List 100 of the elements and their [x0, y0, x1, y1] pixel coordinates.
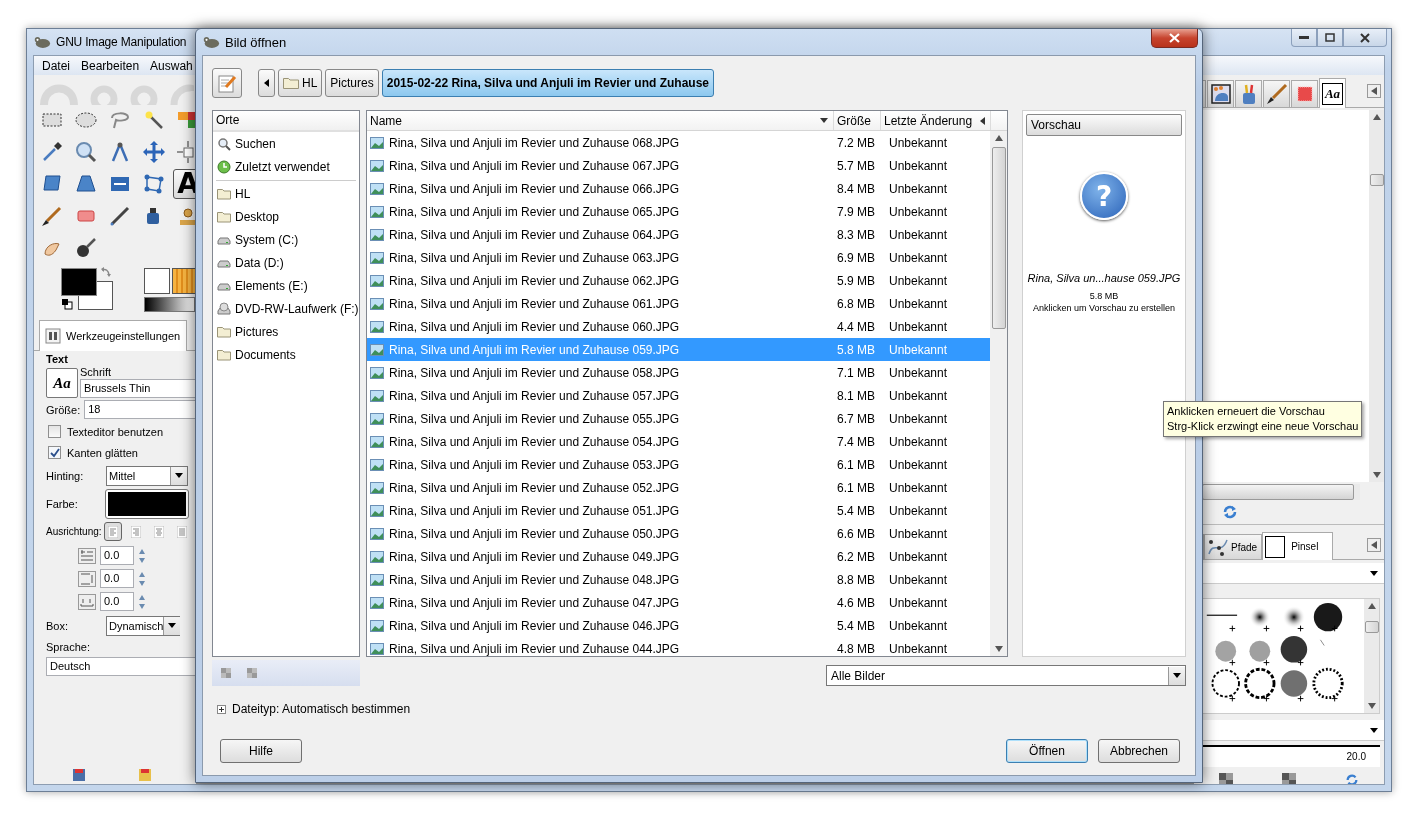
place-item[interactable]: Suchen	[213, 132, 359, 155]
up-arrow-icon[interactable]	[994, 135, 1003, 141]
file-row[interactable]: Rina, Silva und Anjuli im Revier und Zuhause 063.JPG 6.9 MB Unbekannt	[367, 246, 990, 269]
scrollbar[interactable]	[1369, 110, 1384, 482]
menu-item[interactable]: Datei	[42, 58, 70, 73]
tab-menu-button[interactable]	[1367, 538, 1381, 552]
brush-swatch[interactable]	[144, 268, 170, 294]
dock-tab[interactable]	[1291, 80, 1318, 107]
refresh-icon[interactable]	[1222, 504, 1238, 520]
file-row[interactable]: Rina, Silva und Anjuli im Revier und Zuhause 046.JPG 5.4 MB Unbekannt	[367, 614, 990, 637]
file-row[interactable]: Rina, Silva und Anjuli im Revier und Zuhause 058.JPG 7.1 MB Unbekannt	[367, 361, 990, 384]
place-item[interactable]: Elements (E:)	[213, 274, 359, 297]
file-row[interactable]: Rina, Silva und Anjuli im Revier und Zuhause 051.JPG 5.4 MB Unbekannt	[367, 499, 990, 522]
open-button[interactable]: Öffnen	[1006, 739, 1088, 763]
scroll-thumb[interactable]	[1369, 174, 1384, 186]
column-header[interactable]: Größe	[834, 111, 881, 130]
file-row[interactable]: Rina, Silva und Anjuli im Revier und Zuhause 062.JPG 5.9 MB Unbekannt	[367, 269, 990, 292]
file-row[interactable]: Rina, Silva und Anjuli im Revier und Zuhause 057.JPG 8.1 MB Unbekannt	[367, 384, 990, 407]
dock-tab[interactable]	[1263, 80, 1290, 107]
default-colors-icon[interactable]	[61, 298, 73, 310]
dock-tab[interactable]: Pinsel	[1262, 532, 1334, 560]
tool-options-tab[interactable]: Werkzeugeinstellungen	[39, 320, 188, 351]
file-row[interactable]: Rina, Silva und Anjuli im Revier und Zuhause 060.JPG 4.4 MB Unbekannt	[367, 315, 990, 338]
file-row[interactable]: Rina, Silva und Anjuli im Revier und Zuhause 068.JPG 7.2 MB Unbekannt	[367, 131, 990, 154]
scrollbar[interactable]	[1364, 599, 1379, 713]
file-row[interactable]: Rina, Silva und Anjuli im Revier und Zuhause 066.JPG 8.4 MB Unbekannt	[367, 177, 990, 200]
scroll-thumb[interactable]	[991, 147, 1006, 329]
place-item[interactable]: HL	[213, 182, 359, 205]
checkbox[interactable]	[48, 425, 61, 438]
dock-tab[interactable]	[1207, 80, 1234, 107]
close-button[interactable]	[1151, 29, 1198, 48]
checkbox[interactable]	[48, 446, 61, 459]
up-arrow-icon[interactable]	[1367, 603, 1376, 609]
column-header[interactable]: Name	[367, 111, 834, 130]
dock-tab[interactable]: Pfade	[1204, 534, 1263, 559]
box-dropdown[interactable]: Dynamisch	[106, 615, 180, 636]
dock-tab[interactable]	[1235, 80, 1262, 107]
size-field[interactable]: 18	[84, 400, 196, 419]
close-button[interactable]	[1343, 29, 1387, 47]
checker-icon[interactable]	[1218, 773, 1233, 784]
file-row[interactable]: Rina, Silva und Anjuli im Revier und Zuhause 055.JPG 6.7 MB Unbekannt	[367, 407, 990, 430]
column-header[interactable]: Letzte Änderung	[881, 111, 991, 130]
scroll-thumb[interactable]	[1364, 621, 1379, 633]
minimize-button[interactable]	[1291, 29, 1317, 47]
edit-location-button[interactable]	[212, 68, 242, 98]
file-row[interactable]: Rina, Silva und Anjuli im Revier und Zuhause 052.JPG 6.1 MB Unbekannt	[367, 476, 990, 499]
file-filter-dropdown[interactable]: Alle Bilder	[826, 665, 1186, 686]
preview-button[interactable]: Vorschau	[1026, 114, 1182, 136]
path-button[interactable]: 2015-02-22 Rina, Silva und Anjuli im Revier und Zuhause	[381, 69, 714, 97]
file-row[interactable]: Rina, Silva und Anjuli im Revier und Zuhause 050.JPG 6.6 MB Unbekannt	[367, 522, 990, 545]
file-row[interactable]: Rina, Silva und Anjuli im Revier und Zuhause 044.JPG 4.8 MB Unbekannt	[367, 637, 990, 656]
file-row[interactable]: Rina, Silva und Anjuli im Revier und Zuhause 065.JPG 7.9 MB Unbekannt	[367, 200, 990, 223]
refresh-icon[interactable]	[1345, 773, 1360, 784]
file-row[interactable]: Rina, Silva und Anjuli im Revier und Zuhause 064.JPG 8.3 MB Unbekannt	[367, 223, 990, 246]
down-arrow-icon[interactable]	[1372, 472, 1381, 478]
scrollbar[interactable]	[990, 131, 1007, 656]
place-item[interactable]: Documents	[213, 343, 359, 366]
swap-arrows-icon[interactable]	[100, 266, 112, 278]
tab-menu-button[interactable]	[1367, 84, 1381, 98]
path-button[interactable]: Pictures	[325, 69, 379, 97]
color-swatches-drawing[interactable]	[61, 268, 113, 310]
font-preview-button[interactable]: Aa	[46, 368, 78, 398]
image-file-icon	[370, 412, 384, 425]
spin-field[interactable]: 0.0	[100, 592, 134, 611]
place-item[interactable]: System (C:)	[213, 228, 359, 251]
spin-field[interactable]: 0.0	[100, 546, 134, 565]
file-row[interactable]: Rina, Silva und Anjuli im Revier und Zuhause 047.JPG 4.6 MB Unbekannt	[367, 591, 990, 614]
cancel-button[interactable]: Abbrechen	[1098, 739, 1180, 763]
down-arrow-icon[interactable]	[1367, 703, 1376, 709]
font-field[interactable]: Brussels Thin	[80, 379, 196, 398]
file-row[interactable]: Rina, Silva und Anjuli im Revier und Zuhause 053.JPG 6.1 MB Unbekannt	[367, 453, 990, 476]
hinting-dropdown[interactable]: Mittel	[106, 465, 188, 486]
file-row[interactable]: Rina, Silva und Anjuli im Revier und Zuhause 048.JPG 8.8 MB Unbekannt	[367, 568, 990, 591]
path-button[interactable]: HL	[278, 69, 323, 97]
gradient-swatch[interactable]	[144, 297, 195, 312]
language-field[interactable]: Deutsch	[46, 657, 196, 676]
file-row[interactable]: Rina, Silva und Anjuli im Revier und Zuhause 061.JPG 6.8 MB Unbekannt	[367, 292, 990, 315]
file-row[interactable]: Rina, Silva und Anjuli im Revier und Zuhause 049.JPG 6.2 MB Unbekannt	[367, 545, 990, 568]
place-item[interactable]: DVD-RW-Laufwerk (F:)	[213, 297, 359, 320]
place-item[interactable]: Zuletzt verwendet	[213, 155, 359, 178]
justify-button[interactable]	[104, 522, 122, 541]
menu-item[interactable]: Auswah	[150, 58, 193, 73]
maximize-button[interactable]	[1317, 29, 1343, 47]
restore-icon[interactable]	[138, 768, 152, 782]
checker-icon[interactable]	[1282, 773, 1296, 784]
place-item[interactable]: Desktop	[213, 205, 359, 228]
place-item[interactable]: Pictures	[213, 320, 359, 343]
up-arrow-icon[interactable]	[1372, 114, 1381, 120]
menu-item[interactable]: Bearbeiten	[81, 58, 140, 73]
file-row[interactable]: Rina, Silva und Anjuli im Revier und Zuhause 067.JPG 5.7 MB Unbekannt	[367, 154, 990, 177]
file-row[interactable]: Rina, Silva und Anjuli im Revier und Zuhause 054.JPG 7.4 MB Unbekannt	[367, 430, 990, 453]
save-icon[interactable]	[72, 768, 86, 782]
help-button[interactable]: Hilfe	[220, 739, 302, 763]
color-button[interactable]	[106, 489, 188, 518]
pattern-swatch[interactable]	[172, 268, 196, 294]
place-item[interactable]: Data (D:)	[213, 251, 359, 274]
down-arrow-icon[interactable]	[994, 646, 1003, 652]
back-button[interactable]	[258, 69, 275, 97]
spin-field[interactable]: 0.0	[100, 569, 134, 588]
file-type-expander[interactable]: Dateityp: Automatisch bestimmen	[212, 701, 411, 717]
